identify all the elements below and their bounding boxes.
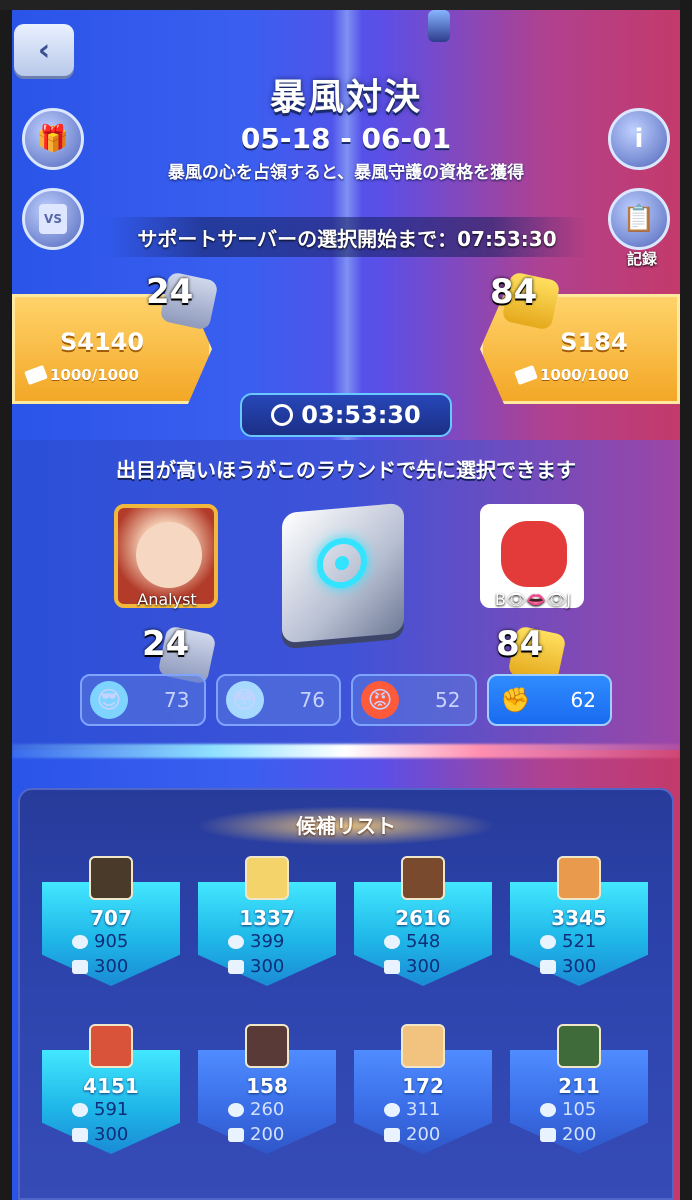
record-label: 記録 bbox=[626, 250, 657, 268]
round-note: 出目が高いほうがこのラウンドで先に選択できます bbox=[116, 458, 576, 482]
support-countdown: サポートサーバーの選択開始まで：07:53:30 bbox=[108, 217, 586, 257]
ticket-icon bbox=[228, 959, 244, 974]
avatar bbox=[245, 1024, 289, 1068]
candidate-card[interactable]: 211 105 200 bbox=[510, 1024, 648, 1154]
vs-icon: VS bbox=[39, 204, 67, 234]
player-roll-right: 84 bbox=[496, 624, 544, 664]
medal-icon bbox=[72, 1102, 88, 1117]
server-tickets-right: 1000/1000 bbox=[514, 365, 629, 385]
avatar bbox=[557, 1024, 601, 1068]
candidate-card[interactable]: 172 311 200 bbox=[354, 1024, 492, 1154]
candidate-list-title: 候補リスト bbox=[196, 806, 496, 846]
shocked-face-icon: 😳 bbox=[225, 681, 264, 719]
server-name-left: S4140 bbox=[59, 328, 145, 356]
record-icon: 📋 bbox=[622, 204, 656, 234]
reaction-bar: 😎 73 😳 76 😡 52 ✊ 62 bbox=[80, 674, 612, 728]
candidate-card[interactable]: 707 905 300 bbox=[42, 856, 180, 986]
avatar bbox=[557, 856, 601, 900]
cool-face-icon: 😎 bbox=[90, 681, 128, 719]
player-roll-left: 24 bbox=[142, 624, 190, 664]
event-title: 暴風対決 bbox=[269, 77, 422, 118]
ticket-icon bbox=[384, 959, 400, 974]
record-button[interactable]: 📋 記録 bbox=[608, 188, 670, 268]
vs-button[interactable]: VS bbox=[22, 188, 84, 250]
reaction-angry[interactable]: 😡 52 bbox=[351, 674, 477, 726]
screen-edge bbox=[680, 0, 692, 1200]
ticket-icon bbox=[540, 1127, 556, 1142]
reaction-cool[interactable]: 😎 73 bbox=[80, 674, 206, 726]
status-bar bbox=[0, 0, 692, 10]
candidate-card[interactable]: 4151 591 300 bbox=[42, 1024, 180, 1154]
chevron-left-icon: ‹ bbox=[37, 32, 51, 68]
medal-icon bbox=[540, 1102, 556, 1117]
candidate-card[interactable]: 1337 399 300 bbox=[198, 856, 336, 986]
avatar bbox=[401, 856, 445, 900]
event-dates: 05-18 - 06-01 bbox=[240, 122, 452, 155]
reaction-shocked[interactable]: 😳 76 bbox=[215, 674, 341, 726]
candidate-card[interactable]: 3345 521 300 bbox=[510, 856, 648, 986]
avatar bbox=[89, 856, 133, 900]
angry-face-icon: 😡 bbox=[361, 681, 399, 719]
ticket-icon bbox=[72, 1127, 88, 1142]
ticket-icon bbox=[24, 365, 48, 385]
avatar bbox=[89, 1024, 133, 1068]
ticket-icon bbox=[540, 959, 556, 974]
avatar bbox=[401, 1024, 445, 1068]
ticket-icon bbox=[72, 959, 88, 974]
candidate-card[interactable]: 158 260 200 bbox=[198, 1024, 336, 1154]
medal-icon bbox=[228, 934, 244, 949]
medal-icon bbox=[228, 1102, 244, 1117]
ticket-icon bbox=[384, 1127, 400, 1142]
reaction-fist[interactable]: ✊ 62 bbox=[486, 674, 612, 726]
avatar bbox=[245, 856, 289, 900]
event-subtitle: 暴風の心を占領すると、暴風守護の資格を獲得 bbox=[167, 163, 525, 183]
ticket-icon bbox=[228, 1127, 244, 1142]
game-screen: ‹ 🎁 VS i 📋 記録 暴風対決 05-18 - 06-01 暴風の心を占領… bbox=[12, 10, 680, 1200]
medal-icon bbox=[540, 934, 556, 949]
divider bbox=[12, 744, 680, 758]
character-sprite bbox=[428, 10, 450, 42]
round-timer: 03:53:30 bbox=[240, 393, 452, 437]
server-tickets-left: 1000/1000 bbox=[24, 365, 139, 385]
player-name-left: Analyst bbox=[137, 590, 197, 609]
dice-icon bbox=[282, 502, 404, 644]
fist-icon: ✊ bbox=[500, 686, 531, 714]
candidate-card[interactable]: 2616 548 300 bbox=[354, 856, 492, 986]
server-dice-left: 24 bbox=[146, 272, 194, 312]
medal-icon bbox=[384, 934, 400, 949]
server-dice-right: 84 bbox=[490, 272, 538, 312]
ticket-icon bbox=[514, 365, 538, 385]
server-name-right: S184 bbox=[560, 328, 628, 356]
clock-icon bbox=[271, 404, 294, 426]
player-name-right: B👁👄👁J bbox=[494, 590, 572, 609]
medal-icon bbox=[72, 934, 88, 949]
medal-icon bbox=[384, 1102, 400, 1117]
